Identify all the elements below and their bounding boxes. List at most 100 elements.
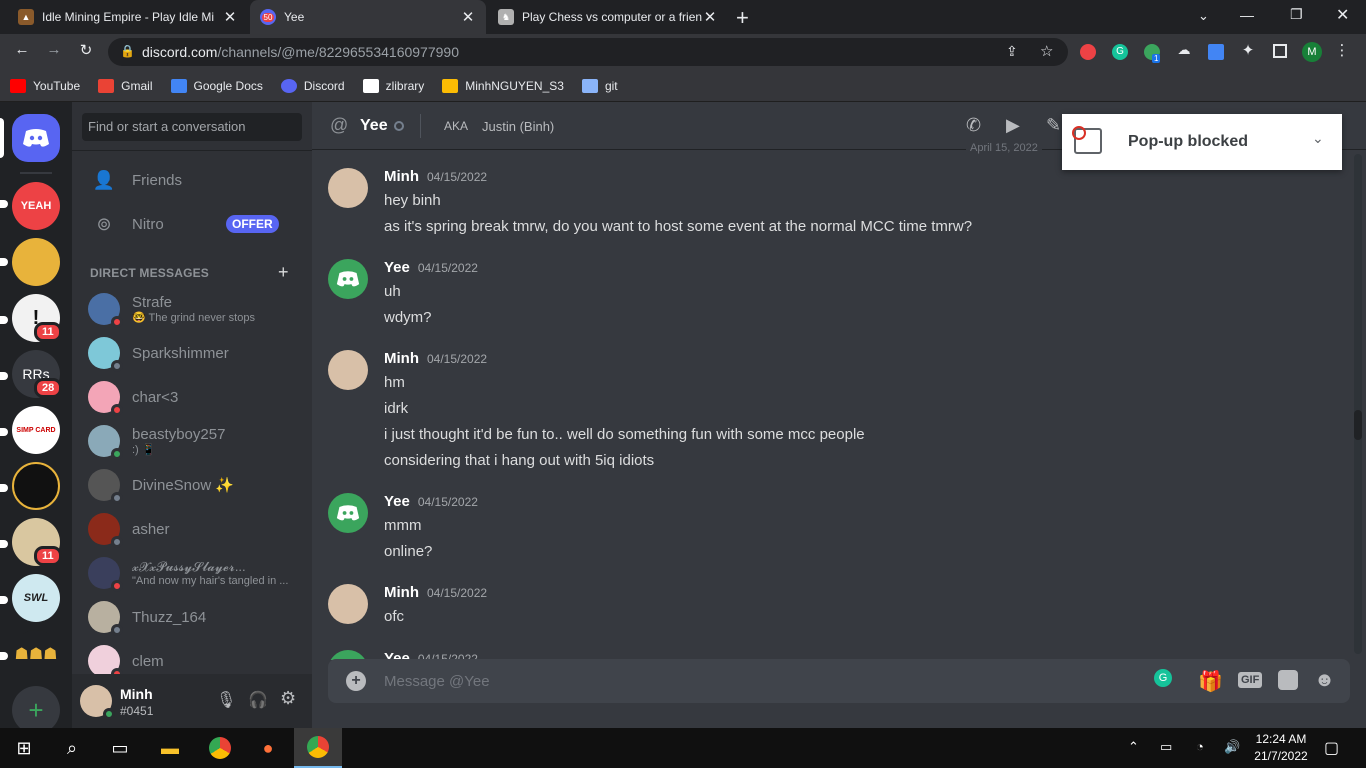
chat-scrollbar-thumb[interactable] xyxy=(1354,410,1362,440)
grammarly-icon[interactable]: G xyxy=(1154,669,1172,687)
clock-time[interactable]: 12:24 AM xyxy=(1254,732,1308,746)
dm-item[interactable]: asher xyxy=(80,508,304,550)
chat-scrollbar-track[interactable] xyxy=(1354,154,1362,654)
create-dm-button[interactable]: + xyxy=(278,262,289,283)
profile-avatar[interactable]: M xyxy=(1302,42,1322,62)
close-window-icon[interactable]: ✕ xyxy=(1336,5,1349,25)
message-author[interactable]: Yee xyxy=(384,259,410,276)
tab-search-icon[interactable]: ⌄ xyxy=(1198,8,1209,24)
extension-icon[interactable]: 1 xyxy=(1144,44,1161,63)
discord-avatar-icon[interactable] xyxy=(328,493,368,533)
message-author[interactable]: Minh xyxy=(384,584,419,601)
attach-plus-icon[interactable]: + xyxy=(346,671,366,691)
side-panel-icon[interactable] xyxy=(1273,44,1287,58)
address-bar[interactable]: 🔒 discord.com/channels/@me/8229655341609… xyxy=(108,38,1068,66)
incognito-extension-icon[interactable]: ☁ xyxy=(1172,42,1196,58)
bookmark-google-docs[interactable]: Google Docs xyxy=(170,78,263,93)
bookmark-zlibrary[interactable]: zlibrary xyxy=(362,78,424,93)
dm-item[interactable]: DivineSnow ✨ xyxy=(80,464,304,506)
extensions-puzzle-icon[interactable]: ✦ xyxy=(1236,41,1260,59)
nav-nitro[interactable]: ⊚ Nitro OFFER xyxy=(80,203,304,245)
back-icon[interactable]: ← xyxy=(10,41,34,58)
message-author[interactable]: Yee xyxy=(384,493,410,510)
tray-chevron-icon[interactable]: ⌃ xyxy=(1128,739,1139,755)
bookmark-drive[interactable]: MinhNGUYEN_S3 xyxy=(442,78,564,93)
tab-yee[interactable]: 50 Yee ✕ xyxy=(250,0,486,34)
message-author[interactable]: Minh xyxy=(384,350,419,367)
dm-item[interactable]: Strafe 🤓 The grind never stops xyxy=(80,288,304,330)
avatar[interactable] xyxy=(328,584,368,624)
adblock-icon[interactable] xyxy=(1080,44,1096,60)
translate-icon[interactable] xyxy=(1208,44,1224,60)
tab-idle-mining[interactable]: ▲ Idle Mining Empire - Play Idle Mi ✕ xyxy=(8,0,248,34)
menu-kebab-icon[interactable]: ⋮ xyxy=(1330,41,1354,59)
search-icon[interactable]: ⌕ xyxy=(48,728,96,768)
volume-icon[interactable]: 🔊 xyxy=(1224,739,1240,755)
divider xyxy=(420,114,421,138)
sticker-icon[interactable] xyxy=(1278,670,1298,690)
guild-avatar-coin[interactable] xyxy=(12,238,60,286)
file-explorer-icon[interactable]: ▬ xyxy=(146,728,194,768)
mute-mic-icon[interactable]: 🎙 xyxy=(216,690,236,710)
bookmark-gmail[interactable]: Gmail xyxy=(98,78,153,93)
dm-item[interactable]: 𝔁𝓧𝔁𝓟𝓾𝓼𝓼𝔂𝓢𝓵𝓪𝔂𝓮𝓻... "And now my hair's tang… xyxy=(80,552,304,594)
dm-search-input[interactable]: Find or start a conversation xyxy=(82,113,302,141)
chrome-profile-icon[interactable] xyxy=(294,728,342,768)
message-author[interactable]: Minh xyxy=(384,168,419,185)
gift-icon[interactable]: 🎁 xyxy=(1198,669,1223,694)
message-input[interactable]: Message @Yee xyxy=(384,673,490,690)
dm-item[interactable]: beastyboy257:) 📱 xyxy=(80,420,304,462)
headphones-icon[interactable]: 🎧 xyxy=(248,690,268,710)
close-tab-icon[interactable]: ✕ xyxy=(702,8,718,26)
tab-chess[interactable]: ♞ Play Chess vs computer or a frien ✕ xyxy=(488,0,728,34)
guild-keyboard[interactable] xyxy=(12,462,60,510)
clock-date[interactable]: 21/7/2022 xyxy=(1252,749,1310,763)
nav-friends[interactable]: 👤 Friends xyxy=(80,159,304,201)
forward-icon[interactable]: → xyxy=(42,41,66,58)
task-view-icon[interactable]: ▭ xyxy=(96,728,144,768)
bookmark-discord[interactable]: Discord xyxy=(280,78,345,93)
battery-icon[interactable]: ▭ xyxy=(1160,739,1172,755)
status-dnd-icon xyxy=(111,404,123,416)
guild-yeah[interactable]: YEAH xyxy=(12,182,60,230)
emoji-icon[interactable]: ☻ xyxy=(1314,669,1335,692)
bookmark-git[interactable]: git xyxy=(581,78,618,93)
restore-icon[interactable]: ❐ xyxy=(1290,6,1303,23)
home-discord-icon[interactable] xyxy=(12,114,60,162)
pin-icon[interactable]: ✎ xyxy=(1046,115,1061,136)
settings-gear-icon[interactable]: ⚙ xyxy=(280,688,296,709)
reload-icon[interactable]: ↻ xyxy=(74,41,98,59)
notification-icon[interactable]: ▢ xyxy=(1324,738,1339,758)
avatar[interactable] xyxy=(328,168,368,208)
dm-item[interactable]: char<3 xyxy=(80,376,304,418)
wifi-icon[interactable]: ◔ xyxy=(1196,739,1204,754)
avatar[interactable] xyxy=(328,350,368,390)
dm-item[interactable]: Sparkshimmer xyxy=(80,332,304,374)
chrome-icon[interactable] xyxy=(196,728,244,768)
share-icon[interactable]: ⇪ xyxy=(1006,43,1018,60)
minimize-icon[interactable]: — xyxy=(1240,7,1254,23)
popup-blocked-bubble[interactable]: Pop-up blocked ⌄ xyxy=(1062,114,1342,170)
discord-avatar-icon[interactable] xyxy=(328,259,368,299)
video-call-icon[interactable]: ▶ xyxy=(1006,115,1020,136)
guild-simp-card[interactable]: SIMP CARD xyxy=(12,406,60,454)
bookmark-star-icon[interactable]: ☆ xyxy=(1040,42,1053,60)
voice-call-icon[interactable]: ✆ xyxy=(966,115,981,136)
close-tab-icon[interactable]: ✕ xyxy=(222,8,238,26)
bookmarks-bar: YouTube Gmail Google Docs Discord zlibra… xyxy=(0,70,1366,102)
dm-item[interactable]: Thuzz_164 xyxy=(80,596,304,638)
gif-button[interactable]: GIF xyxy=(1238,672,1263,688)
new-tab-button[interactable]: + xyxy=(736,5,749,31)
grammarly-icon[interactable]: G xyxy=(1112,44,1128,60)
at-icon: @ xyxy=(330,115,349,135)
avatar[interactable] xyxy=(80,685,115,720)
bookmark-youtube[interactable]: YouTube xyxy=(10,78,80,93)
guild-swl[interactable]: SWL xyxy=(12,574,60,622)
chevron-down-icon[interactable]: ⌄ xyxy=(1312,130,1324,147)
windows-start-icon[interactable]: ⊞ xyxy=(0,728,48,768)
guild-people[interactable]: ☗☗☗ xyxy=(12,630,60,678)
firefox-icon[interactable]: ● xyxy=(244,728,292,768)
add-server-button[interactable]: + xyxy=(12,686,60,734)
close-tab-icon[interactable]: ✕ xyxy=(460,8,476,26)
avatar xyxy=(88,557,123,592)
